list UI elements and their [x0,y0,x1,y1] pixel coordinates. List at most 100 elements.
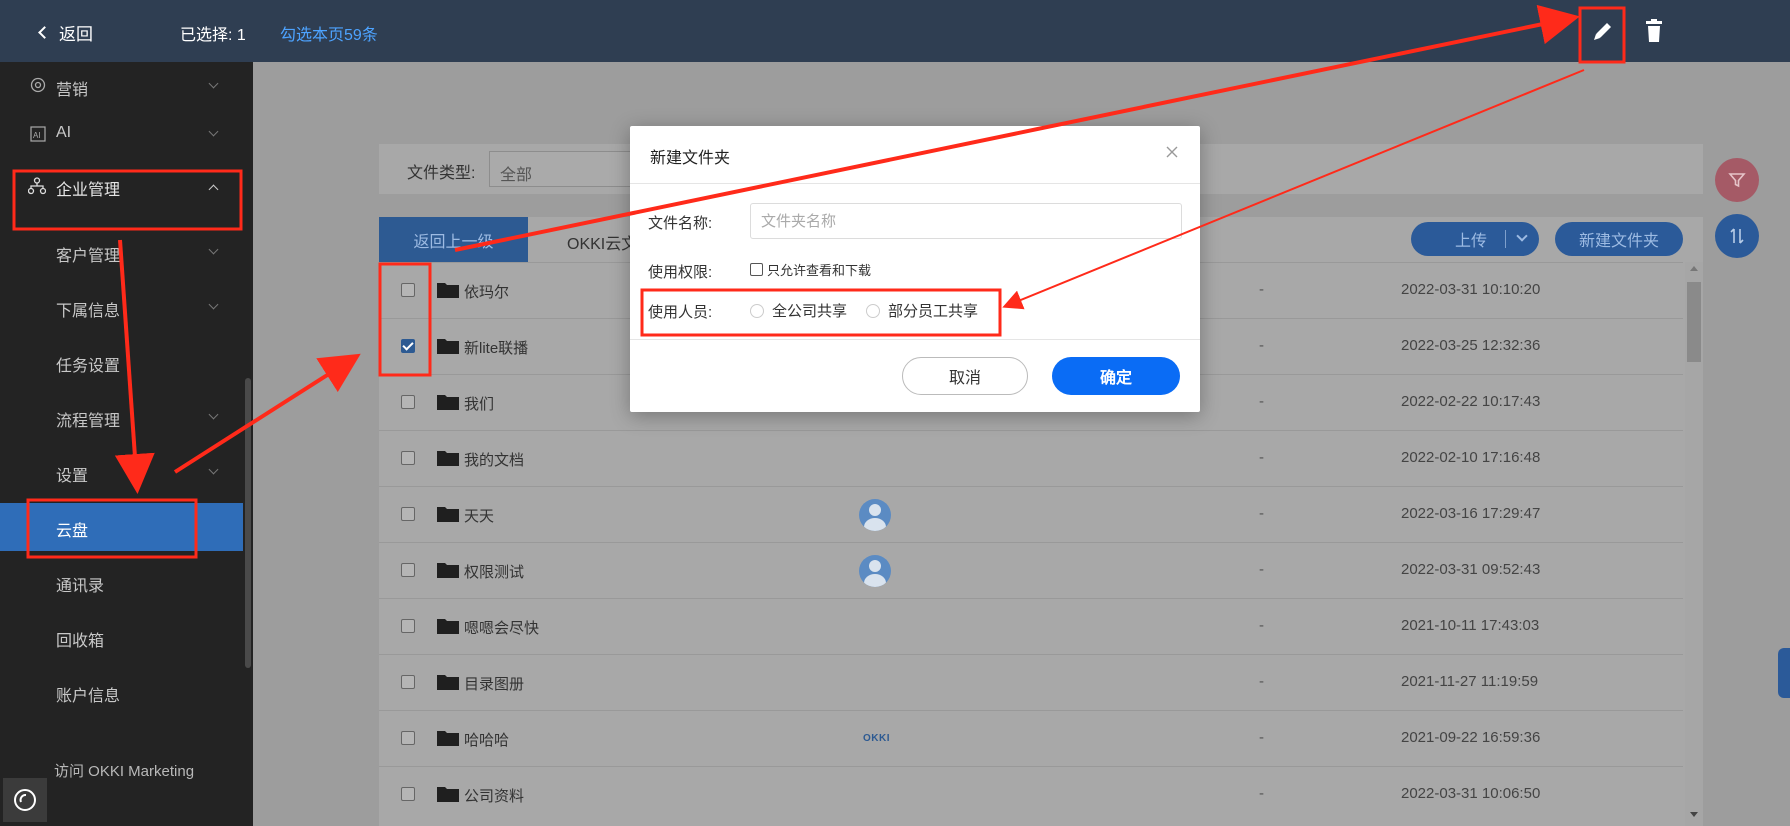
sidebar-item-marketing[interactable]: 营销 [0,62,243,110]
divider [1505,230,1506,248]
sidebar: 营销 AI AI 企业管理 客户管理 下属信息 任务设置 流程管理 设置 云盘 … [0,62,253,826]
selected-count: 已选择: 1 [180,27,246,44]
row-checkbox[interactable] [401,787,415,801]
filter-fab[interactable] [1715,158,1759,202]
row-checkbox[interactable] [401,563,415,577]
file-name[interactable]: 哈哈哈 [464,729,509,750]
folder-icon [437,785,459,802]
table-row[interactable]: 嗯嗯会尽快 - 2021-10-11 17:43:03 [379,598,1683,654]
scroll-down-icon[interactable] [1690,812,1698,817]
file-name[interactable]: 公司资料 [464,785,524,806]
folder-icon [437,281,459,298]
table-row[interactable]: 我的文档 - 2022-02-10 17:16:48 [379,430,1683,486]
radio-label: 部分员工共享 [888,303,979,320]
sidebar-item-subordinates[interactable]: 下属信息 [0,283,243,331]
back-up-level-button[interactable]: 返回上一级 [379,217,528,262]
folder-icon [437,729,459,746]
sidebar-scrollbar[interactable] [245,378,251,668]
list-scrollbar[interactable] [1685,262,1703,826]
sidebar-item-label: 设置 [56,468,89,485]
row-checkbox[interactable] [401,395,415,409]
file-name[interactable]: 权限测试 [464,561,524,582]
row-checkbox[interactable] [401,283,415,297]
file-name[interactable]: 目录图册 [464,673,524,694]
sidebar-item-label: 营销 [56,82,89,99]
folder-icon [437,337,459,354]
select-page-link[interactable]: 勾选本页59条 [280,21,378,45]
radio-circle[interactable] [866,303,880,318]
upload-label: 上传 [1455,233,1488,250]
edit-pencil-icon[interactable] [1590,18,1616,44]
sidebar-item-customers[interactable]: 客户管理 [0,228,243,276]
trash-icon[interactable] [1642,18,1666,44]
avatar [859,555,891,587]
file-name[interactable]: 嗯嗯会尽快 [464,617,539,638]
file-type-label: 文件类型: [407,165,476,182]
row-checkbox[interactable] [401,731,415,745]
row-checkbox[interactable] [401,507,415,521]
file-size: - [1259,393,1264,410]
modified-date: 2022-03-31 09:52:43 [1401,561,1541,578]
file-size: - [1259,505,1264,522]
modified-date: 2021-11-27 11:19:59 [1401,673,1539,690]
side-tab[interactable] [1778,648,1790,698]
tab-okki-cloud[interactable]: OKKI云文 [567,230,637,254]
row-checkbox[interactable] [401,451,415,465]
new-folder-dialog: 新建文件夹 文件名称: 使用权限: 只允许查看和下载 使用人员: 全公司共享 部… [630,126,1200,412]
sidebar-item-label: 账户信息 [56,688,121,705]
file-name[interactable]: 我们 [464,393,494,414]
row-checkbox[interactable] [401,339,415,353]
chevron-left-icon [38,26,51,39]
sidebar-item-settings[interactable]: 设置 [0,448,243,496]
file-size: - [1259,449,1264,466]
file-type-select[interactable]: 全部 [489,151,639,187]
file-name[interactable]: 我的文档 [464,449,524,470]
file-name[interactable]: 新lite联播 [464,337,528,358]
visit-okki-marketing-link[interactable]: 访问 OKKI Marketing [54,760,194,781]
sidebar-item-tasks[interactable]: 任务设置 [0,338,243,386]
sidebar-item-recycle-bin[interactable]: 回收箱 [0,613,243,661]
radio-partial-share[interactable]: 部分员工共享 [866,300,978,321]
scroll-up-icon[interactable] [1690,266,1698,271]
close-icon[interactable] [1164,144,1180,160]
file-name[interactable]: 依玛尔 [464,281,509,302]
radio-circle[interactable] [750,303,764,318]
sidebar-item-label: 流程管理 [56,413,121,430]
confirm-button[interactable]: 确定 [1052,357,1180,395]
sidebar-item-ai[interactable]: AI AI [0,110,243,158]
new-folder-button[interactable]: 新建文件夹 [1555,222,1683,256]
back-button[interactable]: 返回 [38,20,93,45]
scroll-thumb[interactable] [1687,282,1701,362]
top-bar: 返回 已选择: 1 勾选本页59条 [0,0,1790,62]
file-name[interactable]: 天天 [464,505,494,526]
row-checkbox[interactable] [401,619,415,633]
chevron-down-icon [208,244,219,255]
checkbox[interactable] [750,263,763,276]
divider [630,339,1200,340]
table-row[interactable]: 哈哈哈 OKKI - 2021-09-22 16:59:36 [379,710,1683,766]
sort-fab[interactable] [1715,214,1759,258]
sidebar-item-contacts[interactable]: 通讯录 [0,558,243,606]
chevron-down-icon [208,299,219,310]
view-download-only-checkbox[interactable]: 只允许查看和下载 [750,260,871,279]
table-row[interactable]: 目录图册 - 2021-11-27 11:19:59 [379,654,1683,710]
sidebar-item-account[interactable]: 账户信息 [0,668,243,716]
sidebar-item-enterprise[interactable]: 企业管理 [0,162,243,210]
help-icon[interactable] [3,778,47,822]
sidebar-item-label: AI [56,124,72,141]
chevron-down-icon [208,464,219,475]
sidebar-item-cloud-drive[interactable]: 云盘 [0,503,243,551]
table-row[interactable]: 公司资料 - 2022-03-31 10:06:50 [379,766,1683,822]
chevron-down-icon[interactable] [1516,230,1528,242]
sidebar-item-label: 下属信息 [56,303,121,320]
sidebar-item-workflow[interactable]: 流程管理 [0,393,243,441]
folder-icon [437,449,459,466]
radio-company-share[interactable]: 全公司共享 [750,300,847,321]
cancel-button[interactable]: 取消 [902,357,1028,395]
folder-name-input[interactable] [750,203,1182,239]
table-row[interactable]: 天天 - 2022-03-16 17:29:47 [379,486,1683,542]
ai-icon: AI [30,126,46,147]
upload-button[interactable]: 上传 [1411,222,1539,256]
table-row[interactable]: 权限测试 - 2022-03-31 09:52:43 [379,542,1683,598]
row-checkbox[interactable] [401,675,415,689]
